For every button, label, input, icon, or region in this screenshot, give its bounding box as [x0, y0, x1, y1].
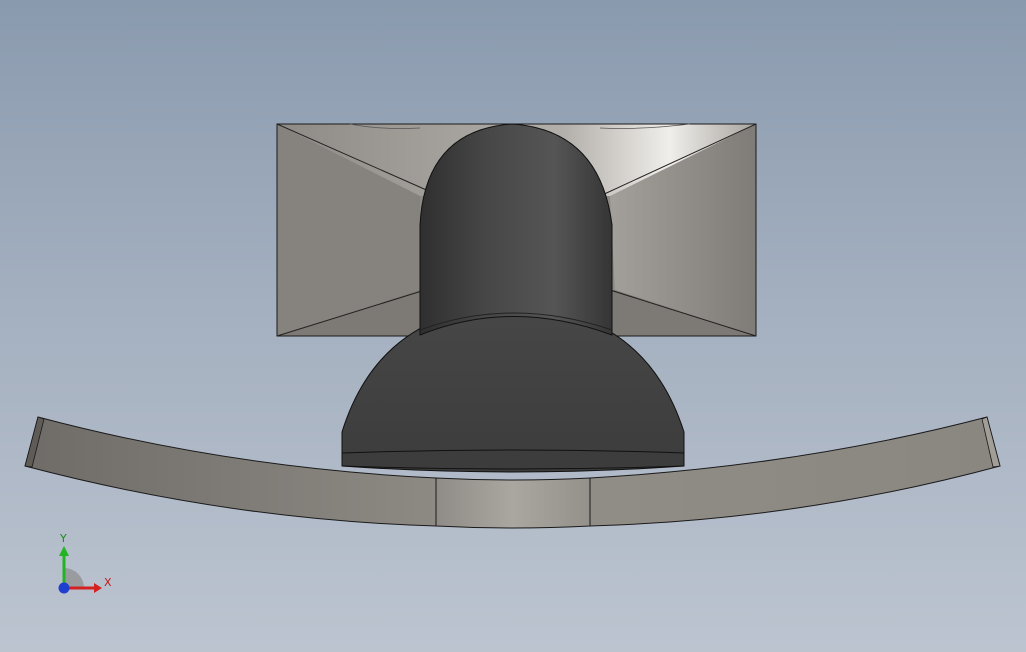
coordinate-triad: Y X — [58, 532, 112, 594]
z-axis-icon — [58, 582, 70, 594]
model-view[interactable] — [0, 0, 1026, 652]
upper-cylinder[interactable] — [419, 123, 613, 336]
graphics-viewport[interactable]: Y X — [0, 0, 1026, 652]
y-axis-label: Y — [59, 532, 67, 545]
x-axis-label: X — [104, 576, 112, 589]
arm-center-segment — [435, 477, 591, 529]
